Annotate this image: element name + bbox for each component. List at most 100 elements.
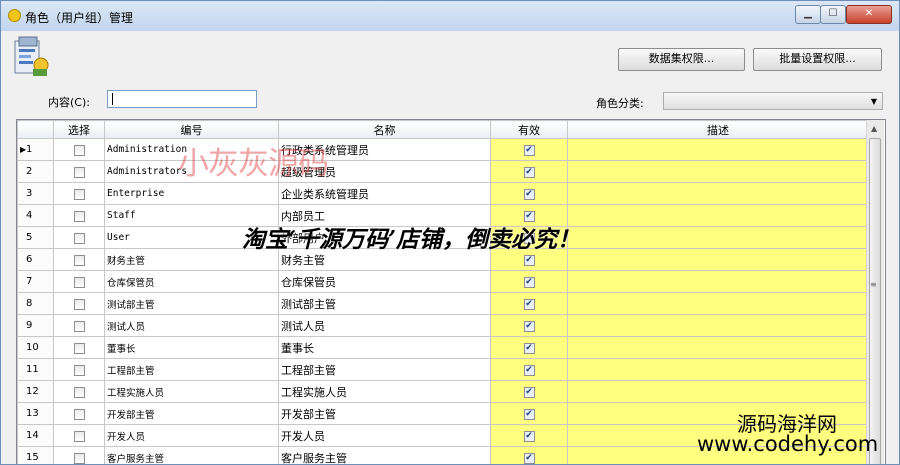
- name-cell[interactable]: 测试人员: [278, 314, 491, 337]
- select-cell[interactable]: [53, 424, 105, 447]
- dropdown-arrow-icon[interactable]: ▼: [871, 97, 877, 106]
- code-cell[interactable]: 董事长: [104, 336, 279, 359]
- valid-checkbox[interactable]: ✔: [523, 298, 535, 310]
- table-row[interactable]: 2 Administrators 超级管理员 ✔: [17, 160, 869, 183]
- maximize-button[interactable]: ☐: [820, 5, 846, 24]
- row-number[interactable]: 8: [17, 292, 54, 315]
- name-cell[interactable]: 开发部主管: [278, 402, 491, 425]
- row-number[interactable]: 6: [17, 248, 54, 271]
- select-checkbox[interactable]: [73, 210, 85, 222]
- valid-cell[interactable]: ✔: [490, 336, 568, 359]
- column-header-desc[interactable]: 描述: [567, 120, 869, 139]
- select-cell[interactable]: [53, 182, 105, 205]
- row-number[interactable]: 4: [17, 204, 54, 227]
- desc-cell[interactable]: [567, 138, 869, 161]
- select-cell[interactable]: [53, 248, 105, 271]
- scroll-up-arrow-icon[interactable]: ▲: [871, 124, 877, 133]
- column-header-name[interactable]: 名称: [278, 120, 491, 139]
- valid-cell[interactable]: ✔: [490, 182, 568, 205]
- select-checkbox[interactable]: [73, 298, 85, 310]
- code-cell[interactable]: 客户服务主管: [104, 446, 279, 464]
- desc-cell[interactable]: [567, 292, 869, 315]
- code-cell[interactable]: 测试人员: [104, 314, 279, 337]
- select-checkbox[interactable]: [73, 452, 85, 464]
- select-cell[interactable]: [53, 138, 105, 161]
- valid-cell[interactable]: ✔: [490, 446, 568, 464]
- dataset-permission-button[interactable]: 数据集权限...: [618, 48, 745, 71]
- table-row[interactable]: 8 测试部主管 测试部主管 ✔: [17, 292, 869, 315]
- select-checkbox[interactable]: [73, 144, 85, 156]
- row-number[interactable]: 14: [17, 424, 54, 447]
- table-row[interactable]: 9 测试人员 测试人员 ✔: [17, 314, 869, 337]
- select-checkbox[interactable]: [73, 386, 85, 398]
- desc-cell[interactable]: [567, 226, 869, 249]
- select-checkbox[interactable]: [73, 276, 85, 288]
- table-row[interactable]: 7 仓库保管员 仓库保管员 ✔: [17, 270, 869, 293]
- valid-checkbox[interactable]: ✔: [523, 386, 535, 398]
- minimize-button[interactable]: ▁: [795, 5, 821, 24]
- valid-checkbox[interactable]: ✔: [523, 188, 535, 200]
- row-number[interactable]: 11: [17, 358, 54, 381]
- select-cell[interactable]: [53, 160, 105, 183]
- valid-cell[interactable]: ✔: [490, 424, 568, 447]
- valid-checkbox[interactable]: ✔: [523, 430, 535, 442]
- valid-checkbox[interactable]: ✔: [523, 276, 535, 288]
- select-checkbox[interactable]: [73, 232, 85, 244]
- code-cell[interactable]: 工程实施人员: [104, 380, 279, 403]
- desc-cell[interactable]: [567, 204, 869, 227]
- valid-checkbox[interactable]: ✔: [523, 144, 535, 156]
- title-bar[interactable]: 角色（用户组）管理 ▁ ☐ ✕: [1, 1, 899, 31]
- desc-cell[interactable]: [567, 336, 869, 359]
- code-cell[interactable]: Enterprise: [104, 182, 279, 205]
- code-cell[interactable]: 开发人员: [104, 424, 279, 447]
- table-row[interactable]: 12 工程实施人员 工程实施人员 ✔: [17, 380, 869, 403]
- code-cell[interactable]: 工程部主管: [104, 358, 279, 381]
- select-checkbox[interactable]: [73, 188, 85, 200]
- name-cell[interactable]: 董事长: [278, 336, 491, 359]
- select-checkbox[interactable]: [73, 320, 85, 332]
- valid-checkbox[interactable]: ✔: [523, 254, 535, 266]
- role-category-select[interactable]: ▼: [663, 92, 883, 110]
- scrollbar-thumb[interactable]: [869, 138, 881, 464]
- column-header-select[interactable]: 选择: [53, 120, 105, 139]
- name-cell[interactable]: 工程部主管: [278, 358, 491, 381]
- name-cell[interactable]: 开发人员: [278, 424, 491, 447]
- valid-checkbox[interactable]: ✔: [523, 408, 535, 420]
- name-cell[interactable]: 客户服务主管: [278, 446, 491, 464]
- select-cell[interactable]: [53, 204, 105, 227]
- desc-cell[interactable]: [567, 314, 869, 337]
- valid-cell[interactable]: ✔: [490, 402, 568, 425]
- name-cell[interactable]: 仓库保管员: [278, 270, 491, 293]
- select-cell[interactable]: [53, 292, 105, 315]
- valid-checkbox[interactable]: ✔: [523, 166, 535, 178]
- row-number[interactable]: 12: [17, 380, 54, 403]
- name-cell[interactable]: 工程实施人员: [278, 380, 491, 403]
- select-checkbox[interactable]: [73, 342, 85, 354]
- row-number[interactable]: 5: [17, 226, 54, 249]
- valid-checkbox[interactable]: ✔: [523, 342, 535, 354]
- row-number[interactable]: ▶1: [17, 138, 54, 161]
- close-button[interactable]: ✕: [846, 5, 892, 24]
- valid-cell[interactable]: ✔: [490, 358, 568, 381]
- select-cell[interactable]: [53, 270, 105, 293]
- desc-cell[interactable]: [567, 160, 869, 183]
- select-checkbox[interactable]: [73, 408, 85, 420]
- select-checkbox[interactable]: [73, 166, 85, 178]
- code-cell[interactable]: 开发部主管: [104, 402, 279, 425]
- column-header-code[interactable]: 编号: [104, 120, 279, 139]
- valid-cell[interactable]: ✔: [490, 270, 568, 293]
- valid-cell[interactable]: ✔: [490, 314, 568, 337]
- table-row[interactable]: 11 工程部主管 工程部主管 ✔: [17, 358, 869, 381]
- select-cell[interactable]: [53, 380, 105, 403]
- select-cell[interactable]: [53, 226, 105, 249]
- select-checkbox[interactable]: [73, 364, 85, 376]
- column-header-valid[interactable]: 有效: [490, 120, 568, 139]
- row-number[interactable]: 3: [17, 182, 54, 205]
- valid-checkbox[interactable]: ✔: [523, 452, 535, 464]
- desc-cell[interactable]: [567, 358, 869, 381]
- row-number[interactable]: 7: [17, 270, 54, 293]
- valid-checkbox[interactable]: ✔: [523, 320, 535, 332]
- name-cell[interactable]: 测试部主管: [278, 292, 491, 315]
- batch-permission-button[interactable]: 批量设置权限...: [753, 48, 882, 71]
- select-checkbox[interactable]: [73, 430, 85, 442]
